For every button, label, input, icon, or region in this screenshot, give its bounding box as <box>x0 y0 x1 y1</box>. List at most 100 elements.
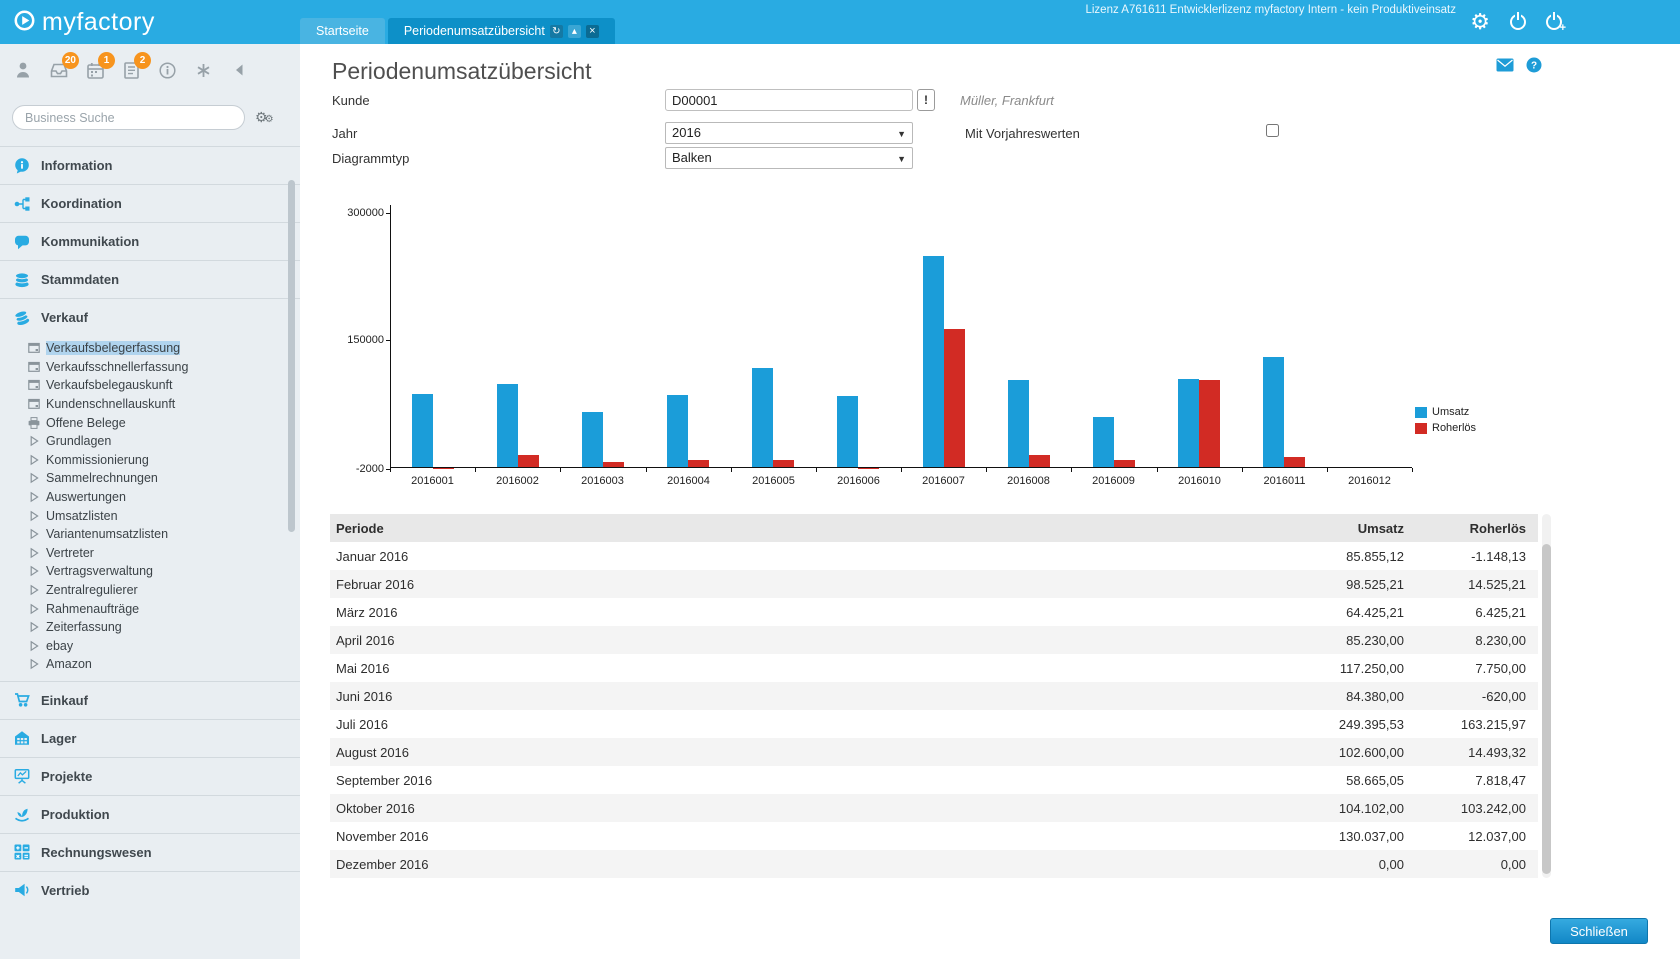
logout-power-icon[interactable] <box>1510 14 1526 30</box>
sidebar-subitem-ebay[interactable]: ebay <box>0 637 300 656</box>
umsatz-bar[interactable] <box>1008 380 1029 467</box>
tab-startseite[interactable]: Startseite <box>300 18 385 44</box>
sidebar-subitem-grundlagen[interactable]: Grundlagen <box>0 432 300 451</box>
sidebar-item-verkauf[interactable]: Verkauf <box>0 298 300 336</box>
table-row[interactable]: November 2016130.037,0012.037,00 <box>330 822 1538 850</box>
umsatz-bar[interactable] <box>667 395 688 467</box>
table-row[interactable]: Oktober 2016104.102,00103.242,00 <box>330 794 1538 822</box>
diagrammtyp-select-value: Balken <box>672 150 712 165</box>
jahr-select[interactable]: 2016 ▼ <box>665 122 913 144</box>
roherl-s-bar[interactable] <box>858 468 879 469</box>
search-settings-gears-icon[interactable]: ⚙⚙ <box>255 109 274 127</box>
roherl-s-bar[interactable] <box>1114 460 1135 467</box>
roherl-s-bar[interactable] <box>1029 455 1050 467</box>
umsatz-bar[interactable] <box>1178 379 1199 467</box>
legend-item-roherl-s: Roherlös <box>1415 420 1476 436</box>
umsatz-cell: 84.380,00 <box>996 682 1416 710</box>
search-input[interactable] <box>12 105 245 130</box>
sidebar-item-kommunikation[interactable]: Kommunikation <box>0 222 300 260</box>
table-row[interactable]: Juli 2016249.395,53163.215,97 <box>330 710 1538 738</box>
user-icon[interactable] <box>12 59 34 81</box>
tab-periodenumsatzuebersicht[interactable]: Periodenumsatzübersicht ↻ ▴ × <box>388 18 615 44</box>
table-row[interactable]: Mai 2016117.250,007.750,00 <box>330 654 1538 682</box>
umsatz-bar[interactable] <box>412 394 433 467</box>
sidebar-subitem-rahmenauftr-ge[interactable]: Rahmenaufträge <box>0 599 300 618</box>
sidebar-subitem-verkaufsschnellerfassung[interactable]: Verkaufsschnellerfassung <box>0 358 300 377</box>
asterisk-icon[interactable] <box>192 59 214 81</box>
sidebar-scrollbar-thumb[interactable] <box>288 180 295 532</box>
sidebar-subitem-kundenschnellauskunft[interactable]: Kundenschnellauskunft <box>0 395 300 414</box>
sidebar-subitem-label: Offene Belege <box>46 416 126 430</box>
sidebar-subitem-verkaufsbelegauskunft[interactable]: Verkaufsbelegauskunft <box>0 376 300 395</box>
table-scrollbar-thumb[interactable] <box>1542 544 1551 874</box>
roherl-s-bar[interactable] <box>603 462 624 467</box>
umsatz-bar[interactable] <box>1263 357 1284 467</box>
inbox-icon[interactable]: 20 <box>48 59 70 81</box>
sidebar-item-lager[interactable]: Lager <box>0 719 300 757</box>
mail-icon[interactable] <box>1496 58 1514 77</box>
table-row[interactable]: März 201664.425,216.425,21 <box>330 598 1538 626</box>
sidebar-subitem-umsatzlisten[interactable]: Umsatzlisten <box>0 506 300 525</box>
roherloes-cell: 7.750,00 <box>1416 654 1538 682</box>
roherl-s-bar[interactable] <box>773 460 794 467</box>
diagrammtyp-select[interactable]: Balken ▼ <box>665 147 913 169</box>
roherl-s-bar[interactable] <box>1284 457 1305 467</box>
roherl-s-bar[interactable] <box>433 468 454 469</box>
table-row[interactable]: August 2016102.600,0014.493,32 <box>330 738 1538 766</box>
settings-gear-icon[interactable]: ⚙ <box>1470 12 1490 32</box>
roherl-s-bar[interactable] <box>518 455 539 467</box>
sidebar-item-einkauf[interactable]: Einkauf <box>0 681 300 719</box>
table-row[interactable]: April 201685.230,008.230,00 <box>330 626 1538 654</box>
sidebar-item-stammdaten[interactable]: Stammdaten <box>0 260 300 298</box>
umsatz-bar[interactable] <box>923 256 944 467</box>
table-row[interactable]: September 201658.665,057.818,47 <box>330 766 1538 794</box>
new-session-power-icon[interactable]: + <box>1546 14 1562 30</box>
sidebar-item-vertrieb[interactable]: Vertrieb <box>0 871 300 909</box>
sidebar-item-produktion[interactable]: Produktion <box>0 795 300 833</box>
sidebar-item-rechnungswesen[interactable]: Rechnungswesen <box>0 833 300 871</box>
calendar-icon[interactable]: 1 <box>84 59 106 81</box>
sidebar-subitem-offene-belege[interactable]: Offene Belege <box>0 413 300 432</box>
sidebar-subitem-amazon[interactable]: Amazon <box>0 655 300 674</box>
sidebar-subitem-verkaufsbelegerfassung[interactable]: Verkaufsbelegerfassung <box>0 339 300 358</box>
table-row[interactable]: Dezember 20160,000,00 <box>330 850 1538 878</box>
periode-cell: Dezember 2016 <box>330 850 996 878</box>
sidebar-subitem-label: Kundenschnellauskunft <box>46 397 175 411</box>
notes-icon[interactable]: 2 <box>120 59 142 81</box>
sidebar-subitem-sammelrechnungen[interactable]: Sammelrechnungen <box>0 469 300 488</box>
umsatz-bar[interactable] <box>752 368 773 467</box>
kunde-input[interactable] <box>665 89 913 111</box>
sidebar-item-koordination[interactable]: Koordination <box>0 184 300 222</box>
tab-close-icon[interactable]: × <box>586 25 599 38</box>
table-row[interactable]: Januar 201685.855,12-1.148,13 <box>330 542 1538 570</box>
sidebar-item-label: Stammdaten <box>41 272 119 287</box>
sidebar-subitem-kommissionierung[interactable]: Kommissionierung <box>0 451 300 470</box>
sidebar-item-projekte[interactable]: Projekte <box>0 757 300 795</box>
kunde-lookup-button[interactable]: ! <box>917 89 935 111</box>
tab-collapse-icon[interactable]: ▴ <box>568 25 581 38</box>
sidebar-subitem-vertragsverwaltung[interactable]: Vertragsverwaltung <box>0 562 300 581</box>
collapse-icon[interactable] <box>228 59 250 81</box>
roherl-s-bar[interactable] <box>688 460 709 467</box>
sidebar-subitem-zeiterfassung[interactable]: Zeiterfassung <box>0 618 300 637</box>
table-row[interactable]: Juni 201684.380,00-620,00 <box>330 682 1538 710</box>
roherl-s-bar[interactable] <box>1199 380 1220 467</box>
vorjahr-checkbox[interactable] <box>1266 124 1279 137</box>
myfactory-logo[interactable]: myfactory <box>14 8 155 37</box>
sidebar-subitem-vertreter[interactable]: Vertreter <box>0 544 300 563</box>
sidebar-subitem-zentralregulierer[interactable]: Zentralregulierer <box>0 581 300 600</box>
umsatz-bar[interactable] <box>1093 417 1114 467</box>
umsatz-bar[interactable] <box>497 384 518 467</box>
sidebar-item-information[interactable]: Information <box>0 146 300 184</box>
roherl-s-bar[interactable] <box>944 329 965 467</box>
sidebar-subitem-variantenumsatzlisten[interactable]: Variantenumsatzlisten <box>0 525 300 544</box>
sidebar-subitem-auswertungen[interactable]: Auswertungen <box>0 488 300 507</box>
umsatz-bar[interactable] <box>837 396 858 467</box>
tab-refresh-icon[interactable]: ↻ <box>550 25 563 38</box>
x-tick-mark <box>1157 468 1158 472</box>
umsatz-bar[interactable] <box>582 412 603 467</box>
help-icon[interactable]: ? <box>1526 57 1542 78</box>
table-row[interactable]: Februar 201698.525,2114.525,21 <box>330 570 1538 598</box>
close-button[interactable]: Schließen <box>1550 918 1648 944</box>
info-icon[interactable] <box>156 59 178 81</box>
